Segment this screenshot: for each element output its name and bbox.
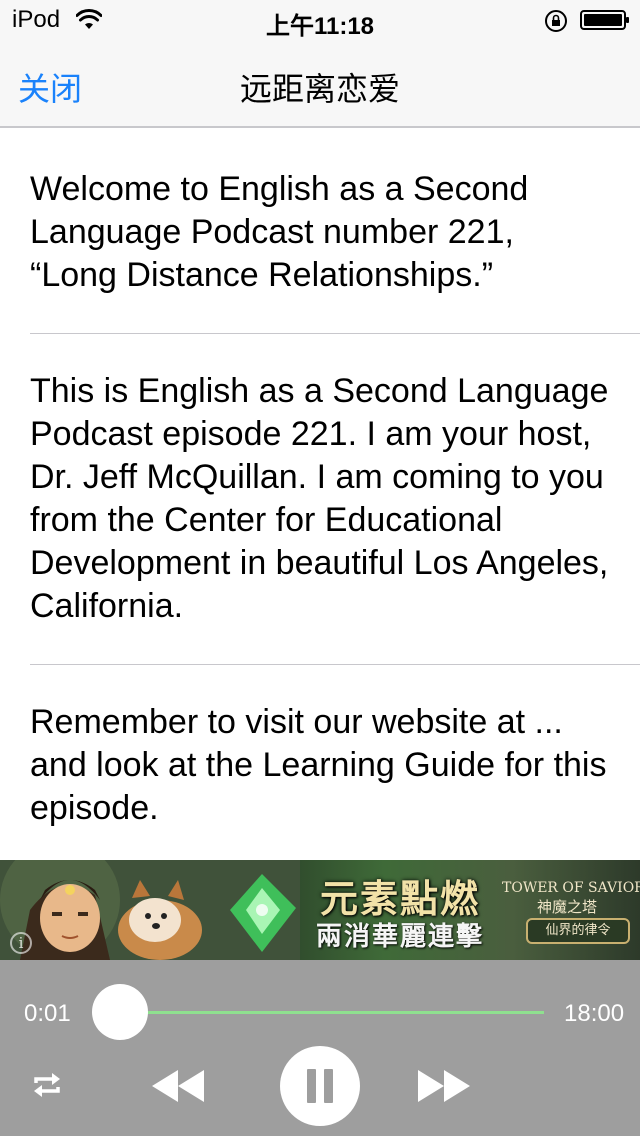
transcript-list[interactable]: Welcome to English as a Second Language …: [0, 130, 640, 860]
pause-icon: [307, 1069, 316, 1103]
ad-banner[interactable]: i 元素點燃 兩消華麗連擊 TOWER OF SAVIORS 神魔之塔 仙界的律…: [0, 860, 640, 960]
nav-bar: 关闭 远距离恋爱: [0, 40, 640, 128]
ad-brand: TOWER OF SAVIORS: [502, 880, 640, 896]
pause-icon: [324, 1069, 333, 1103]
transcript-paragraph[interactable]: This is English as a Second Language Pod…: [30, 334, 640, 665]
ad-cta-badge[interactable]: 仙界的律令: [526, 918, 630, 944]
repeat-icon[interactable]: [30, 1070, 64, 1100]
progress-thumb[interactable]: [92, 984, 149, 1040]
elapsed-time: 0:01: [24, 1000, 71, 1027]
page-title: 远距离恋爱: [239, 71, 400, 107]
pause-button[interactable]: [280, 1046, 360, 1126]
progress-track[interactable]: [120, 1011, 544, 1014]
ad-headline: 元素點燃: [319, 876, 480, 921]
status-bar: iPod 上午11:18: [0, 0, 640, 40]
ad-info-icon[interactable]: i: [10, 932, 32, 954]
rotation-lock-icon: [545, 10, 567, 32]
battery-icon: [580, 10, 629, 30]
ad-illustration: [0, 860, 300, 960]
fast-forward-icon[interactable]: [416, 1068, 472, 1104]
rewind-icon[interactable]: [150, 1068, 206, 1104]
player-controls: 0:01 18:00: [0, 960, 640, 1136]
transcript-paragraph[interactable]: Remember to visit our website at ... and…: [30, 665, 640, 860]
transcript-paragraph[interactable]: Welcome to English as a Second Language …: [30, 130, 640, 334]
ad-brand-cn: 神魔之塔: [536, 898, 597, 916]
total-time: 18:00: [564, 1000, 625, 1027]
ad-subline: 兩消華麗連擊: [315, 922, 484, 952]
